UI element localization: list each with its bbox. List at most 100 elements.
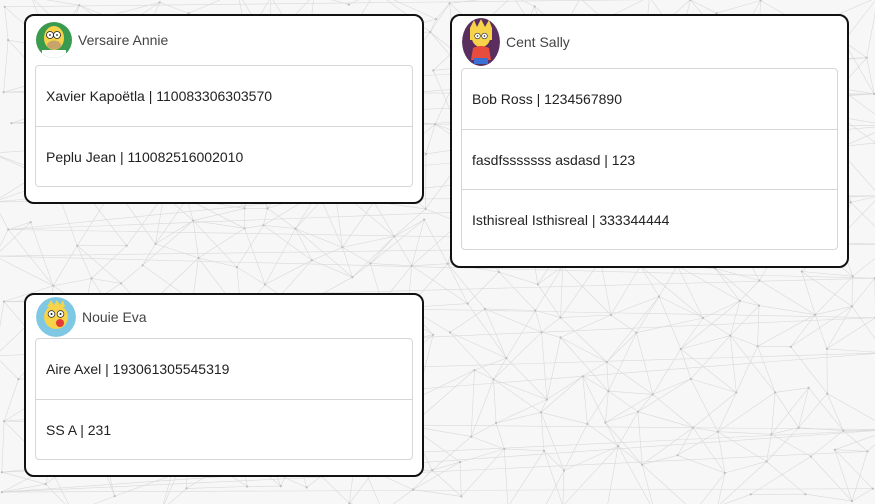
network-line bbox=[702, 300, 741, 319]
maggie-avatar-icon bbox=[36, 297, 76, 337]
network-line bbox=[637, 394, 654, 412]
network-line bbox=[617, 411, 639, 447]
network-line bbox=[560, 266, 563, 318]
network-line bbox=[504, 448, 509, 504]
network-line bbox=[717, 392, 737, 432]
network-dot bbox=[197, 256, 200, 259]
contact-card-cent-sally: Cent Sally Bob Ross | 1234567890 fasdfss… bbox=[450, 14, 849, 268]
network-line bbox=[815, 306, 853, 315]
network-line bbox=[810, 456, 853, 502]
network-line bbox=[827, 393, 844, 431]
network-line bbox=[545, 470, 565, 504]
network-line bbox=[155, 198, 188, 245]
network-line bbox=[484, 308, 536, 311]
network-line bbox=[3, 40, 9, 93]
network-dot bbox=[411, 488, 415, 491]
network-line bbox=[1, 421, 5, 473]
network-dot bbox=[435, 18, 438, 21]
network-line bbox=[606, 361, 653, 395]
network-line bbox=[730, 335, 737, 393]
network-line bbox=[637, 378, 691, 412]
network-line bbox=[435, 3, 450, 20]
network-line bbox=[495, 422, 505, 449]
network-line bbox=[652, 378, 691, 395]
contact-card-nouie-eva: Nouie Eva Aire Axel | 193061305545319 SS… bbox=[24, 293, 424, 477]
list-item[interactable]: Bob Ross | 1234567890 bbox=[462, 69, 837, 129]
network-dot bbox=[609, 313, 613, 317]
network-line bbox=[120, 265, 143, 284]
network-line bbox=[373, 201, 395, 237]
network-dot bbox=[446, 262, 449, 265]
network-line bbox=[564, 445, 619, 504]
network-line bbox=[264, 228, 296, 285]
network-line bbox=[295, 228, 353, 278]
network-line bbox=[474, 369, 494, 380]
network-line bbox=[411, 263, 448, 267]
network-line bbox=[757, 346, 776, 393]
network-line bbox=[493, 379, 497, 424]
network-dot bbox=[120, 282, 123, 285]
network-line bbox=[342, 236, 395, 248]
network-line bbox=[392, 489, 414, 504]
network-dot bbox=[723, 471, 727, 475]
network-line bbox=[771, 392, 776, 435]
list-item[interactable]: Peplu Jean | 110082516002010 bbox=[36, 126, 412, 186]
network-dot bbox=[738, 299, 742, 302]
network-dot bbox=[636, 410, 640, 413]
network-line bbox=[717, 392, 776, 432]
network-line bbox=[700, 472, 726, 504]
network-line bbox=[827, 393, 875, 421]
network-line bbox=[680, 348, 692, 379]
network-line bbox=[263, 208, 268, 226]
network-dot bbox=[3, 5, 6, 8]
network-line bbox=[244, 225, 264, 229]
network-line bbox=[311, 247, 343, 261]
list-item[interactable]: Aire Axel | 193061305545319 bbox=[36, 339, 412, 399]
network-line bbox=[3, 379, 19, 422]
list-item[interactable]: fasdfsssssss asdasd | 123 bbox=[462, 129, 837, 189]
lisa-avatar-icon bbox=[462, 18, 500, 66]
network-line bbox=[866, 11, 875, 58]
card-header: Cent Sally bbox=[462, 18, 570, 66]
network-dot bbox=[581, 375, 584, 378]
network-dot bbox=[432, 69, 435, 72]
network-dot bbox=[470, 435, 473, 438]
network-dot bbox=[460, 495, 463, 498]
network-line bbox=[159, 2, 189, 14]
network-line bbox=[264, 260, 313, 285]
network-dot bbox=[503, 447, 506, 450]
network-dot bbox=[545, 398, 549, 401]
network-dot bbox=[804, 493, 807, 496]
network-dot bbox=[842, 429, 845, 432]
network-dot bbox=[807, 386, 810, 389]
network-line bbox=[295, 228, 313, 261]
network-dot bbox=[2, 91, 5, 94]
network-dot bbox=[10, 122, 13, 125]
network-line bbox=[560, 317, 608, 363]
network-line bbox=[600, 260, 612, 316]
network-line bbox=[562, 266, 612, 316]
list-item[interactable]: Xavier Kapoëtla | 110083306303570 bbox=[36, 66, 412, 126]
network-line bbox=[562, 470, 565, 504]
network-line bbox=[636, 332, 654, 395]
network-line bbox=[509, 450, 545, 504]
network-line bbox=[652, 394, 694, 428]
network-dot bbox=[125, 244, 128, 247]
network-line bbox=[801, 271, 816, 315]
network-dot bbox=[676, 454, 679, 457]
network-line bbox=[852, 258, 875, 277]
network-dot bbox=[607, 390, 610, 393]
network-dot bbox=[78, 4, 81, 7]
network-line bbox=[560, 337, 609, 392]
list-item[interactable]: Isthisreal Isthisreal | 333344444 bbox=[462, 189, 837, 249]
network-line bbox=[53, 278, 92, 287]
network-line bbox=[617, 445, 643, 465]
network-line bbox=[582, 361, 607, 377]
list-item[interactable]: SS A | 231 bbox=[36, 399, 412, 459]
network-line bbox=[834, 449, 868, 452]
network-line bbox=[461, 448, 505, 497]
network-dot bbox=[758, 279, 761, 282]
network-line bbox=[605, 411, 639, 423]
network-dot bbox=[29, 221, 32, 224]
network-line bbox=[540, 412, 565, 471]
